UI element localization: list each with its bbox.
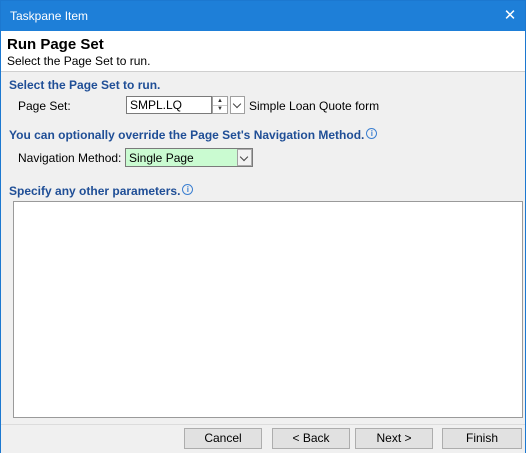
info-icon[interactable]: i [366,128,378,139]
page-subtitle: Select the Page Set to run. [7,54,151,68]
navigation-method-value: Single Page [129,151,194,165]
page-set-input[interactable]: SMPL.LQ [126,96,212,114]
page-set-description: Simple Loan Quote form [249,99,380,113]
title-bar: Taskpane Item ✕ [1,1,525,31]
back-button[interactable]: < Back [272,428,350,449]
close-icon[interactable]: ✕ [495,1,525,31]
spin-down-icon[interactable]: ▼ [213,105,227,113]
section-navigation-title-text: You can optionally override the Page Set… [9,128,365,142]
window-title: Taskpane Item [10,9,89,23]
parameters-textarea[interactable] [13,201,523,418]
page-set-label: Page Set: [18,99,71,113]
page-set-spinner[interactable]: ▲ ▼ [212,96,228,114]
navigation-method-dropdown-button[interactable] [237,149,252,166]
chevron-down-icon [239,152,249,162]
page-title: Run Page Set [7,36,104,53]
section-select-page-set-title: Select the Page Set to run. [9,78,161,92]
info-icon[interactable]: i [182,184,194,195]
page-header: Run Page Set Select the Page Set to run. [1,31,525,72]
finish-button[interactable]: Finish [442,428,522,449]
section-navigation-title: You can optionally override the Page Set… [9,128,378,142]
next-button[interactable]: Next > [355,428,433,449]
section-parameters-title: Specify any other parameters. i [9,184,194,198]
taskpane-window: Taskpane Item ✕ Run Page Set Select the … [0,0,526,453]
navigation-method-label: Navigation Method: [18,151,122,165]
navigation-method-select[interactable]: Single Page [125,148,253,167]
page-set-dropdown-button[interactable] [230,96,245,114]
section-parameters-title-text: Specify any other parameters. [9,184,181,198]
cancel-button[interactable]: Cancel [184,428,262,449]
chevron-down-icon [232,99,242,109]
